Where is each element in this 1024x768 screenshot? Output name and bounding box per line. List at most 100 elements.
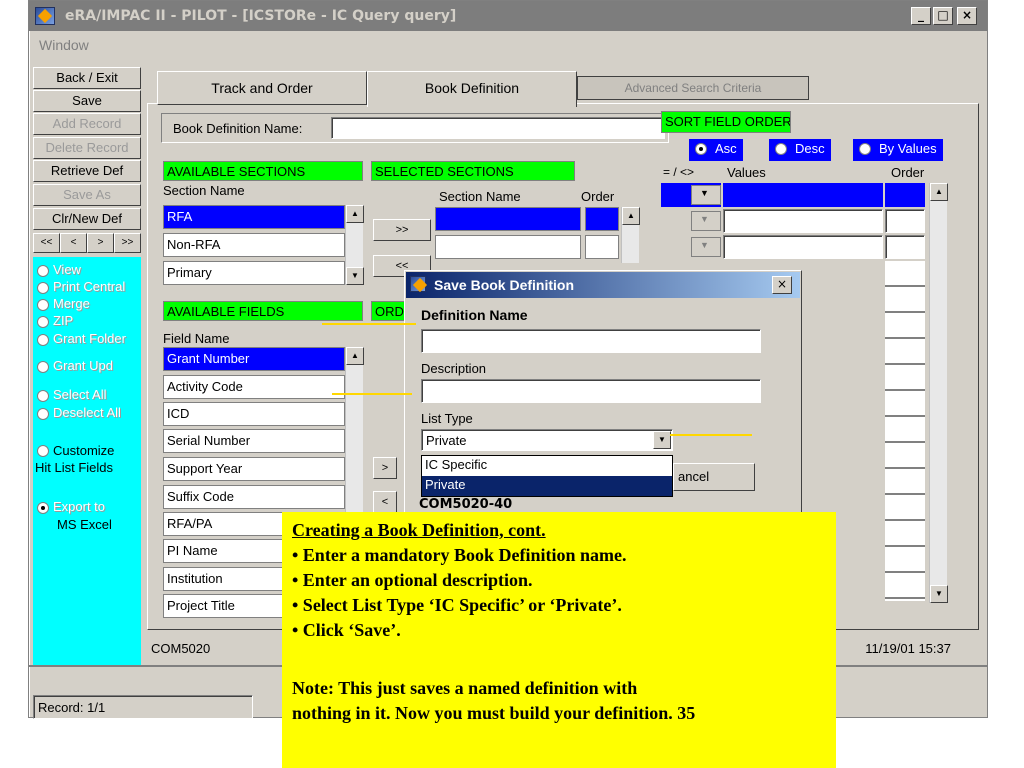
by-values-radio[interactable] [859,143,871,155]
list-type-options: IC Specific Private [421,455,673,497]
sort-order-cell[interactable] [885,235,925,259]
scroll-down-icon[interactable]: ▼ [346,267,364,285]
sort-op-dropdown[interactable] [691,185,721,205]
move-sections-right-button[interactable]: >> [373,219,431,241]
selected-section-row[interactable] [435,207,581,231]
view-radio[interactable] [37,265,49,277]
nav-next-button[interactable]: > [87,233,114,253]
selected-section-order[interactable] [585,235,619,259]
title-bar[interactable]: eRA/IMPAC II - PILOT - [ICSTORe - IC Que… [29,1,987,31]
list-item[interactable]: Primary [163,261,345,285]
definition-name-input[interactable] [421,329,761,353]
list-item[interactable]: RFA [163,205,345,229]
retrieve-def-button[interactable]: Retrieve Def [33,160,141,182]
list-item[interactable]: Support Year [163,457,345,481]
move-field-right-button[interactable]: > [373,457,397,479]
add-record-button[interactable]: Add Record [33,113,141,135]
note-bullet: • Enter an optional description. [292,570,533,590]
selected-scrollbar[interactable]: ▲ [621,207,640,263]
move-field-left-button[interactable]: < [373,491,397,513]
book-definition-name-input[interactable] [331,117,665,139]
clr-new-def-button[interactable]: Clr/New Def [33,208,141,230]
menu-bar: Window [29,32,987,58]
save-as-button[interactable]: Save As [33,184,141,206]
sort-values-cell[interactable] [723,183,883,207]
pointer-line [670,434,752,436]
zip-radio[interactable] [37,316,49,328]
back-exit-button[interactable]: Back / Exit [33,67,141,89]
chevron-down-icon[interactable]: ▼ [653,431,671,449]
desc-option[interactable]: Desc [769,139,831,161]
deselect-all-radio[interactable] [37,408,49,420]
nav-first-button[interactable]: << [33,233,60,253]
dialog-title-bar[interactable]: Save Book Definition × [406,272,800,298]
sort-order-column-cells[interactable] [885,261,925,601]
sort-order-cell[interactable] [885,183,925,207]
list-item[interactable]: Activity Code [163,375,345,399]
selected-section-order-column: Order [581,189,615,204]
export-label-2: MS Excel [57,517,112,532]
dialog-close-button[interactable]: × [772,276,792,294]
nav-prev-button[interactable]: < [60,233,87,253]
select-all-radio[interactable] [37,390,49,402]
grant-folder-label: Grant Folder [53,331,126,346]
scroll-up-icon[interactable]: ▲ [346,205,364,223]
save-button[interactable]: Save [33,90,141,112]
export-radio[interactable] [37,502,49,514]
list-item[interactable]: Non-RFA [163,233,345,257]
customize-radio[interactable] [37,445,49,457]
zip-label: ZIP [53,313,74,328]
tab-track-and-order[interactable]: Track and Order [157,71,367,105]
sort-op-dropdown[interactable] [691,211,721,231]
grant-folder-radio[interactable] [37,334,49,346]
close-button[interactable]: × [957,7,977,25]
selected-section-row[interactable] [435,235,581,259]
by-values-option[interactable]: By Values [853,139,943,161]
nav-last-button[interactable]: >> [114,233,141,253]
list-item[interactable]: Serial Number [163,429,345,453]
cancel-button[interactable]: ancel [673,463,755,491]
sort-values-cell[interactable] [723,209,883,233]
available-fields-header: AVAILABLE FIELDS [163,301,363,321]
sort-values-cell[interactable] [723,235,883,259]
scroll-up-icon[interactable]: ▲ [622,207,640,225]
merge-radio[interactable] [37,299,49,311]
scroll-up-icon[interactable]: ▲ [346,347,364,365]
sort-scrollbar[interactable]: ▲ ▼ [929,183,948,603]
option-ic-specific[interactable]: IC Specific [422,456,672,476]
desc-radio[interactable] [775,143,787,155]
list-item[interactable]: Suffix Code [163,485,345,509]
select-all-label: Select All [53,387,107,402]
tab-advanced-search[interactable]: Advanced Search Criteria [577,76,809,100]
save-book-definition-dialog: Save Book Definition × Definition Name D… [404,270,802,532]
window-title: eRA/IMPAC II - PILOT - [ICSTORe - IC Que… [65,8,457,24]
tab-book-definition[interactable]: Book Definition [367,71,577,107]
list-item[interactable]: Grant Number [163,347,345,371]
menu-window[interactable]: Window [39,37,89,53]
description-input[interactable] [421,379,761,403]
grant-upd-radio[interactable] [37,361,49,373]
selected-sections-header: SELECTED SECTIONS [371,161,575,181]
asc-radio[interactable] [695,143,707,155]
list-type-select[interactable]: Private [421,429,673,451]
sections-scrollbar[interactable]: ▲ ▼ [345,205,364,285]
deselect-all-label: Deselect All [53,405,121,420]
delete-record-button[interactable]: Delete Record [33,137,141,159]
print-central-label: Print Central [53,279,126,294]
available-sections-column: Section Name [163,183,245,198]
scroll-down-icon[interactable]: ▼ [930,585,948,603]
selected-section-order[interactable] [585,207,619,231]
minimize-button[interactable]: _ [911,7,931,25]
option-private[interactable]: Private [422,476,672,496]
asc-option[interactable]: Asc [689,139,743,161]
list-item[interactable]: ICD [163,402,345,426]
customize-label-2: Hit List Fields [35,460,114,475]
scroll-up-icon[interactable]: ▲ [930,183,948,201]
note-text: nothing in it. Now you must build your d… [292,703,696,723]
actions-panel: View Print Central Merge ZIP Grant Folde… [33,257,141,665]
sort-op-dropdown[interactable] [691,237,721,257]
sort-order-cell[interactable] [885,209,925,233]
list-type-value: Private [426,433,467,448]
print-central-radio[interactable] [37,282,49,294]
maximize-button[interactable]: □ [933,7,953,25]
